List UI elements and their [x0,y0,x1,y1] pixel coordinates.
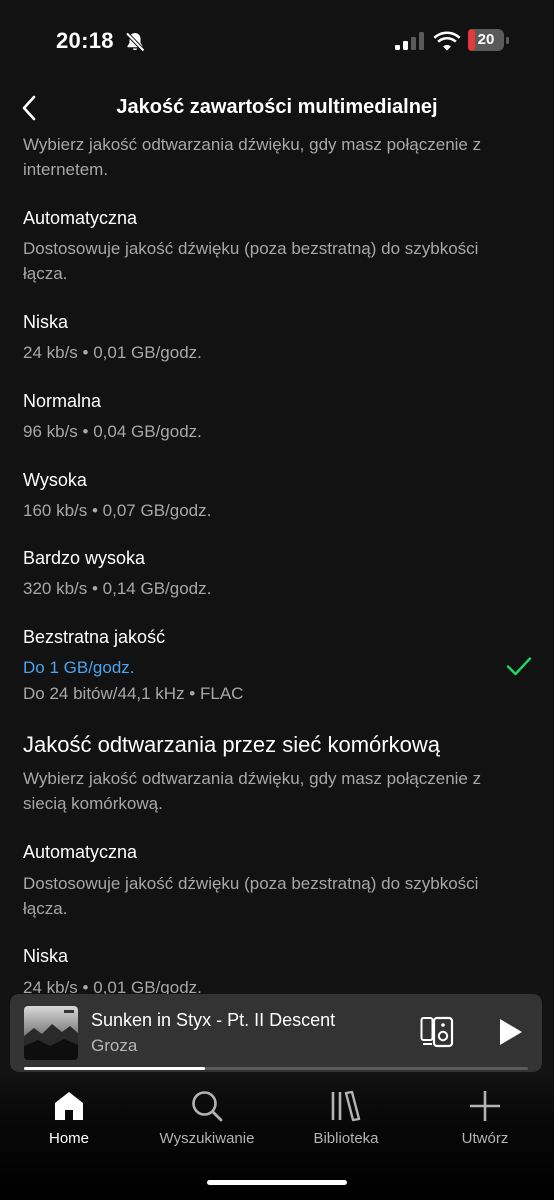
nav-label: Home [48,1130,89,1147]
wifi-icon [433,31,461,51]
connect-device-icon[interactable] [420,1015,456,1049]
option-detail: 96 kb/s • 0,04 GB/godz. [23,422,202,441]
option-detail: 320 kb/s • 0,14 GB/godz. [23,579,212,598]
wifi-quality-description: Wybierz jakość odtwarzania dźwięku, gdy … [23,135,482,179]
option-detail: Dostosowuje jakość dźwięku (poza bezstra… [23,874,479,918]
option-detail: Do 24 bitów/44,1 kHz • FLAC [23,684,244,703]
nav-label: Utwórz [461,1130,509,1147]
search-icon [192,1091,223,1122]
nav-label: Biblioteka [313,1130,379,1147]
track-artist: Groza [91,1036,138,1055]
home-indicator [207,1180,347,1185]
plus-icon [470,1091,500,1121]
home-icon [55,1092,83,1120]
play-icon[interactable] [494,1016,526,1048]
option-label: Bezstratna jakość [23,627,166,647]
signal-icon [395,32,424,50]
nav-create[interactable]: Utwórz [416,1088,554,1147]
option-label: Niska [23,946,69,966]
option-label: Automatyczna [23,842,138,862]
battery-level: 20 [477,31,495,48]
nav-library[interactable]: Biblioteka [277,1088,415,1147]
option-highlight: Do 1 GB/godz. [23,658,135,677]
bell-slash-icon [125,32,145,52]
nav-search[interactable]: Wyszukiwanie [138,1088,276,1147]
mini-player[interactable]: Sunken in Styx - Pt. II Descent Groza [10,994,542,1072]
check-icon [506,657,532,676]
header: Jakość zawartości multimedialnej [0,82,554,134]
album-art-image [24,1006,78,1060]
cellular-section-heading: Jakość odtwarzania przez sieć komórkową [23,732,440,757]
option-label: Normalna [23,391,102,411]
library-icon [331,1090,361,1122]
option-detail: 160 kb/s • 0,07 GB/godz. [23,501,212,520]
cellular-quality-description: Wybierz jakość odtwarzania dźwięku, gdy … [23,769,482,813]
status-time: 20:18 [56,28,114,53]
option-detail: 24 kb/s • 0,01 GB/godz. [23,343,202,362]
status-bar: 20:18 20 [0,0,554,82]
playback-progress-bar[interactable] [24,1067,528,1070]
album-art [24,1006,78,1060]
screen: 20:18 20 Jakość zawartości multimedialne… [0,0,554,1200]
playback-progress-fill [24,1067,206,1070]
nav-label: Wyszukiwanie [159,1130,255,1147]
track-title: Sunken in Styx - Pt. II Descent [91,1010,336,1030]
battery-icon: 20 [468,29,510,53]
page-title: Jakość zawartości multimedialnej [116,96,438,118]
nav-home[interactable]: Home [0,1088,138,1147]
option-label: Wysoka [23,470,87,490]
option-label: Automatyczna [23,208,138,228]
option-detail: Dostosowuje jakość dźwięku (poza bezstra… [23,239,479,283]
option-label: Niska [23,312,69,332]
option-label: Bardzo wysoka [23,548,146,568]
battery-tip [506,37,509,44]
